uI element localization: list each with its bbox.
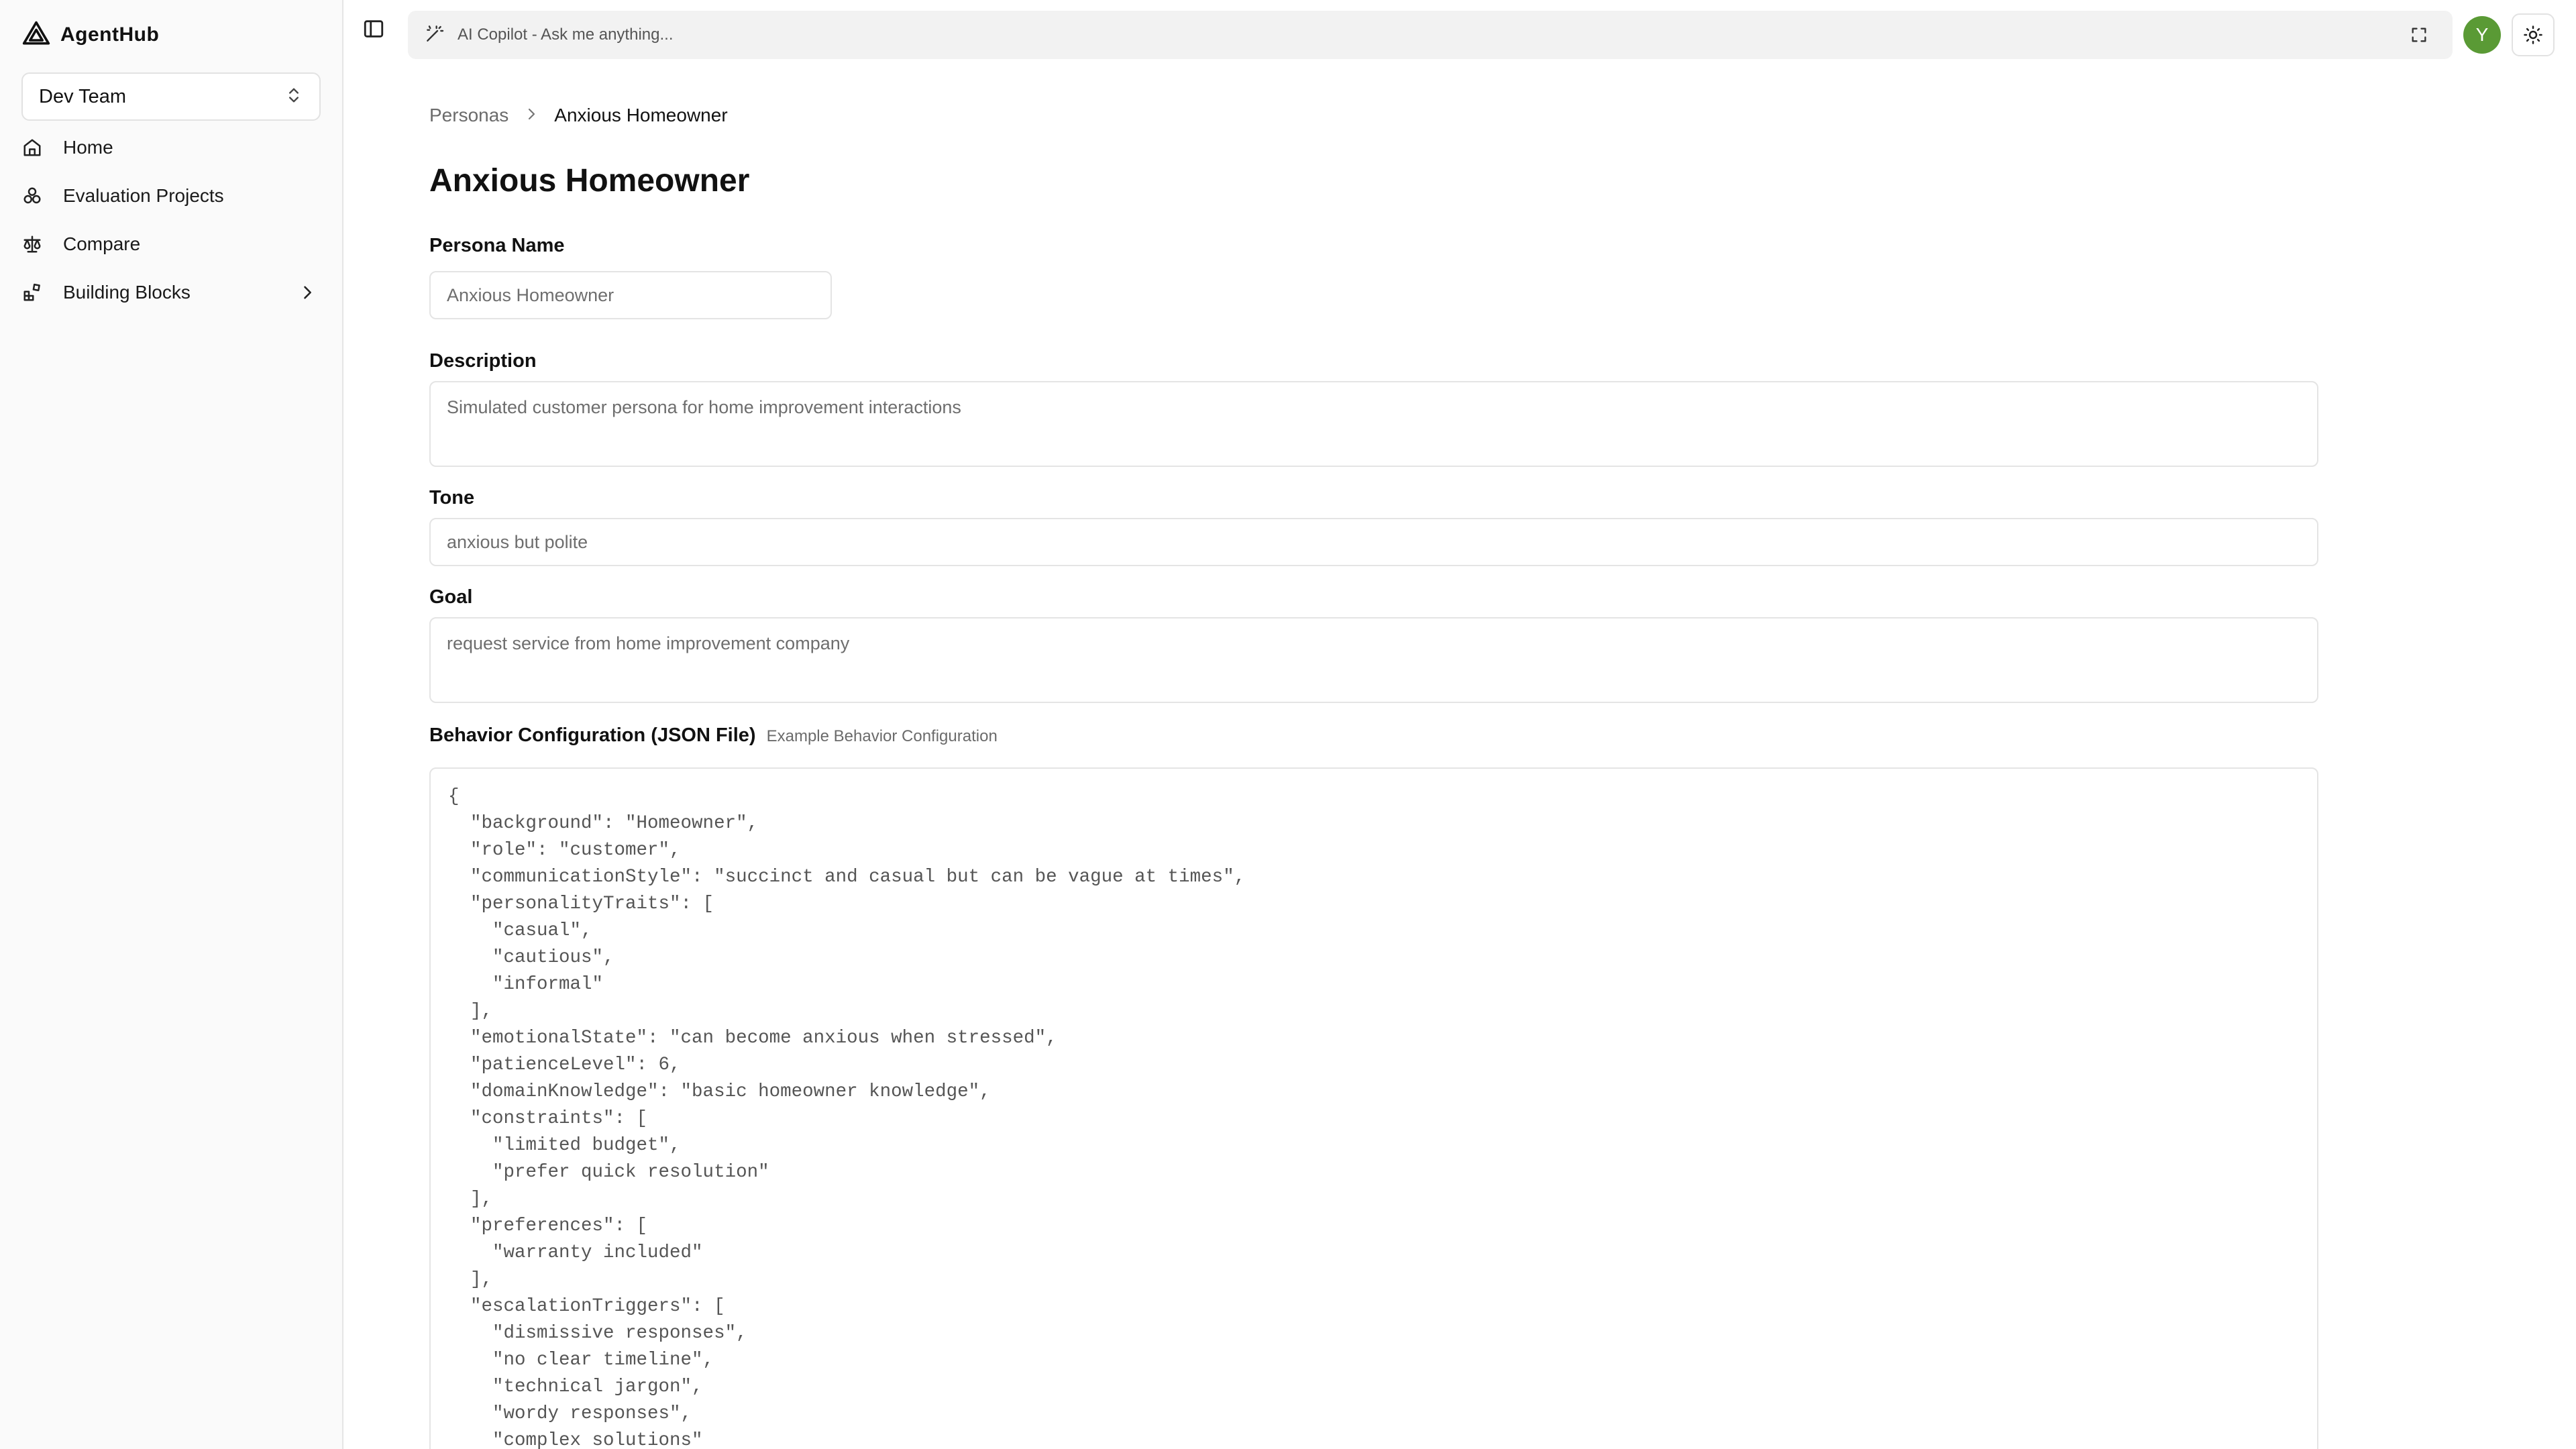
behavior-config-editor[interactable]: { "background": "Homeowner", "role": "cu… [429,767,2318,1449]
copilot-placeholder: AI Copilot - Ask me anything... [458,25,674,44]
tone-placeholder: anxious but polite [447,531,588,552]
team-selector-label: Dev Team [39,85,127,107]
sidebar-item-label: Compare [63,233,141,254]
chevron-right-icon [298,283,317,302]
sidebar: AgentHub Dev Team Home Evaluation Projec… [0,0,343,1449]
persona-name-label: Persona Name [429,235,565,256]
sidebar-item-label: Home [63,137,113,158]
home-icon [21,137,43,158]
chevron-right-icon [508,106,554,125]
sidebar-item-home[interactable]: Home [0,123,343,172]
description-textarea[interactable]: Simulated customer persona for home impr… [429,381,2318,467]
app-root: AgentHub Dev Team Home Evaluation Projec… [0,0,2576,1449]
sidebar-item-building-blocks[interactable]: Building Blocks [0,268,343,317]
example-config-link[interactable]: Example Behavior Configuration [767,727,998,746]
behavior-config-label: Behavior Configuration (JSON File) [429,724,756,746]
goal-label: Goal [429,586,473,608]
sidebar-toggle-button[interactable] [362,17,385,40]
app-name: AgentHub [60,23,160,46]
team-selector[interactable]: Dev Team [21,72,321,121]
agenthub-logo-icon [21,19,51,52]
page-title: Anxious Homeowner [429,163,750,199]
breadcrumb-current: Anxious Homeowner [554,105,728,125]
tone-input[interactable]: anxious but polite [429,518,2318,566]
projects-icon [21,185,43,207]
sidebar-item-compare[interactable]: Compare [0,220,343,268]
expand-icon[interactable] [2410,25,2428,44]
goal-placeholder: request service from home improvement co… [447,633,850,653]
persona-name-placeholder: Anxious Homeowner [447,284,614,305]
panel-left-icon [364,20,384,38]
scale-icon [21,233,43,255]
sidebar-item-evaluation-projects[interactable]: Evaluation Projects [0,172,343,220]
breadcrumb-personas-link[interactable]: Personas [429,105,508,126]
app-logo[interactable]: AgentHub [21,20,159,50]
persona-name-input[interactable]: Anxious Homeowner [429,271,832,319]
description-placeholder: Simulated customer persona for home impr… [447,397,961,417]
behavior-config-header: Behavior Configuration (JSON File) Examp… [429,724,998,747]
chevron-up-down-icon [284,86,303,108]
goal-textarea[interactable]: request service from home improvement co… [429,617,2318,703]
sidebar-item-label: Building Blocks [63,282,191,303]
copilot-search-bar[interactable]: AI Copilot - Ask me anything... [408,11,2453,59]
blocks-icon [21,282,43,303]
breadcrumb: Personas Anxious Homeowner [429,102,728,129]
user-avatar[interactable]: Y [2463,16,2501,54]
sidebar-nav: Home Evaluation Projects Compare Buildin… [0,123,343,317]
behavior-config-json: { "background": "Homeowner", "role": "cu… [448,786,1246,1449]
theme-toggle-button[interactable] [2512,13,2555,56]
sidebar-item-label: Evaluation Projects [63,185,224,206]
description-label: Description [429,350,537,372]
sun-icon [2524,25,2542,44]
tone-label: Tone [429,487,475,508]
magic-wand-icon [424,23,445,48]
